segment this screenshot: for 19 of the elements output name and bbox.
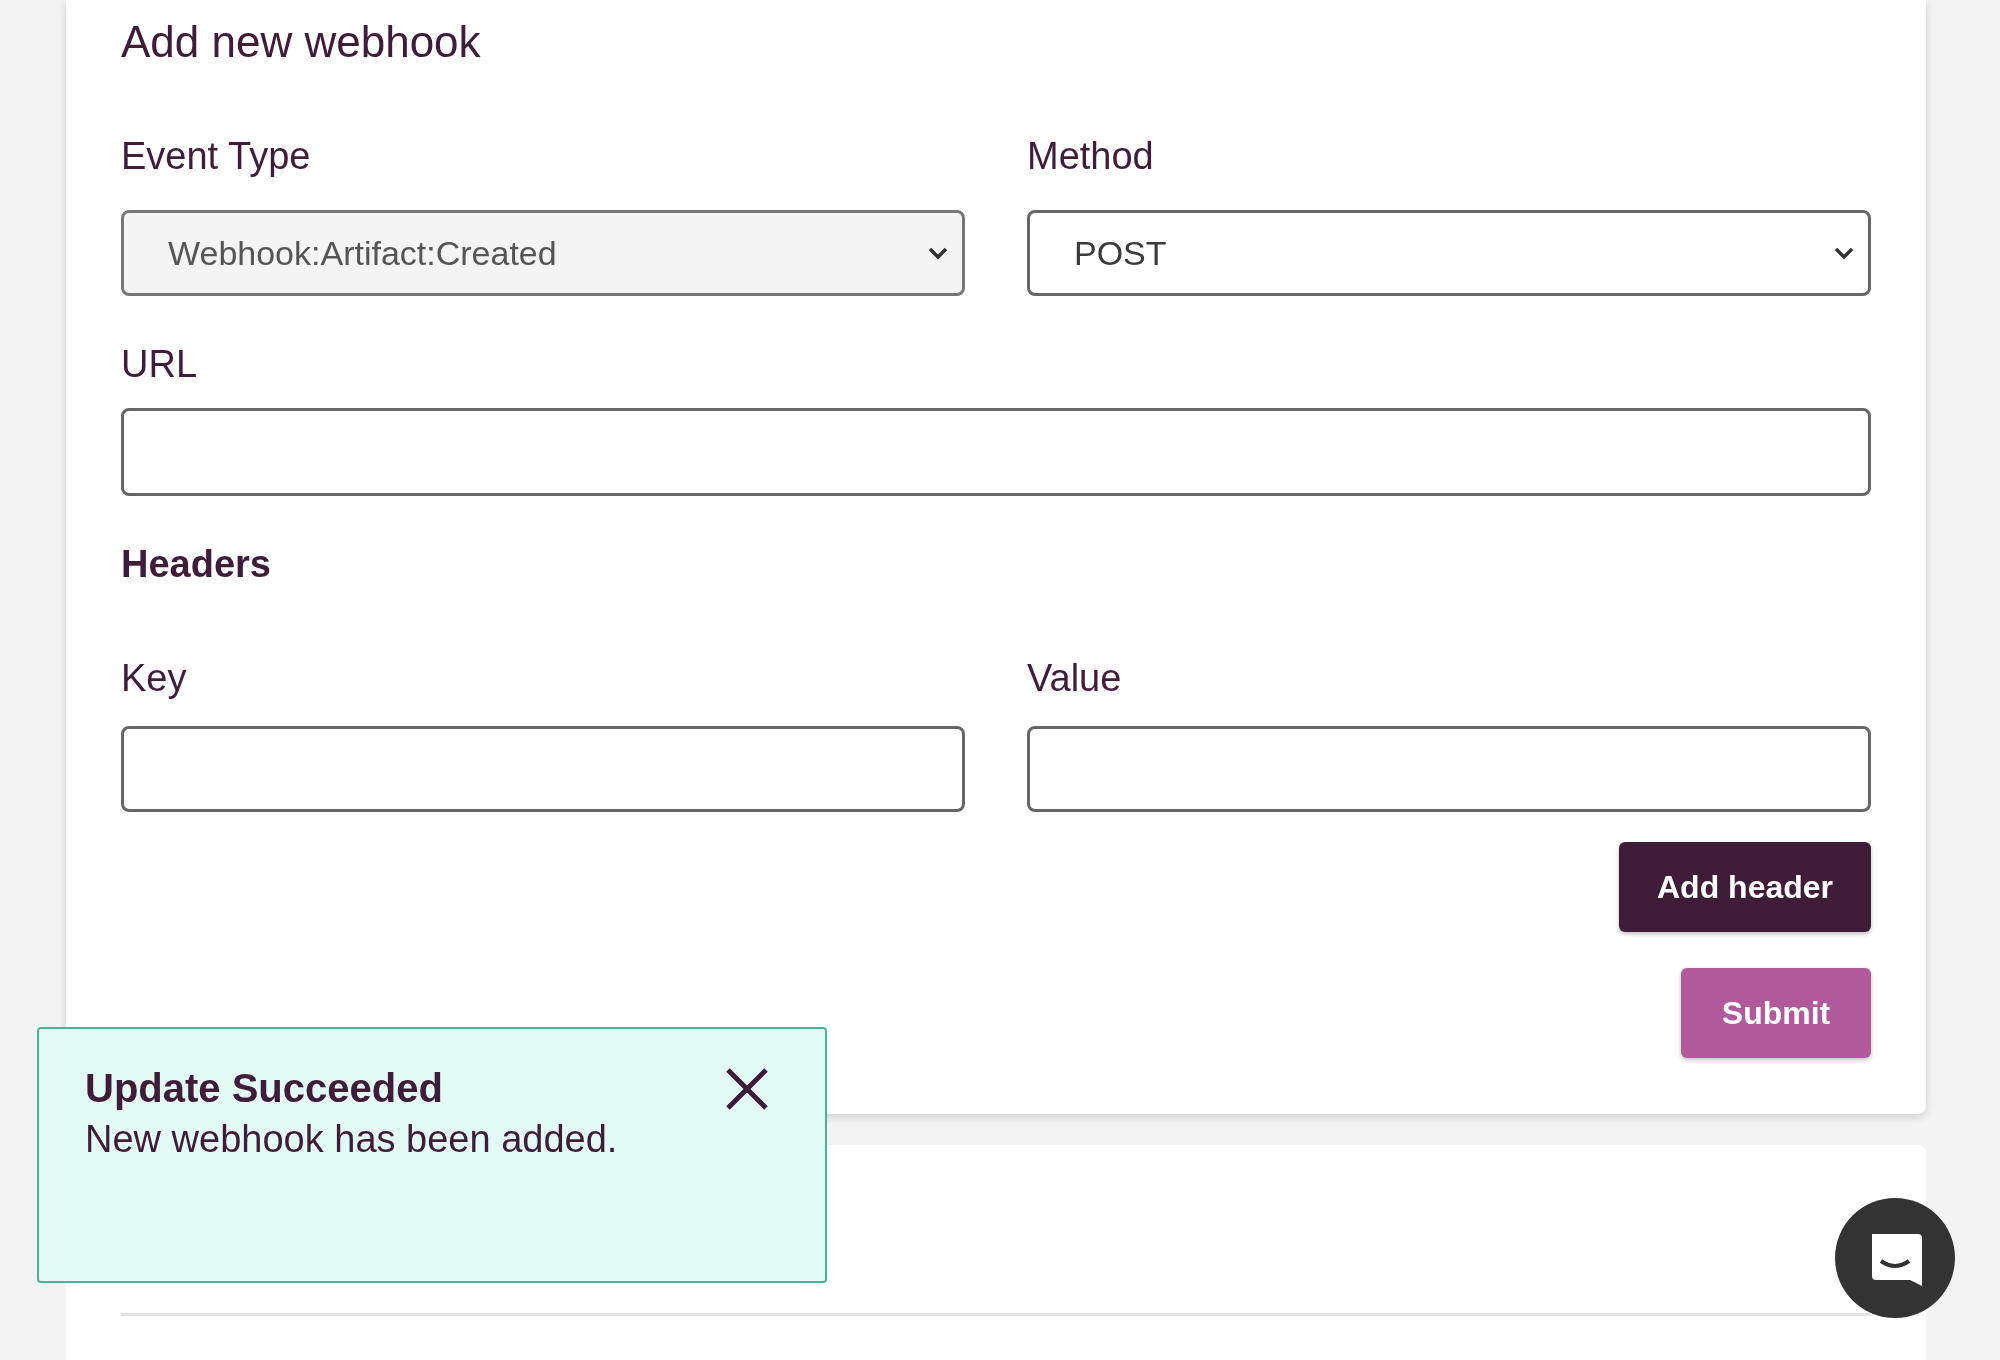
dropdown[interactable]: POST xyxy=(1027,210,1871,296)
toast-message: New webhook has been added. xyxy=(85,1117,619,1162)
field-label: Value xyxy=(1027,656,1123,701)
submit-button[interactable]: Submit xyxy=(1681,968,1871,1058)
chevron-down-icon xyxy=(928,246,948,260)
close-icon[interactable] xyxy=(725,1067,769,1111)
chat-bubble-icon[interactable] xyxy=(1835,1198,1955,1318)
url-input-field[interactable] xyxy=(121,408,1871,496)
toast-title: Update Succeeded xyxy=(85,1065,444,1112)
field-label: Method xyxy=(1027,134,1155,179)
field-label: Key xyxy=(121,656,188,701)
input-field[interactable] xyxy=(1027,726,1871,812)
section-heading: Headers xyxy=(121,542,272,587)
add-header-button[interactable]: Add header xyxy=(1619,842,1871,932)
field-label: URL xyxy=(121,342,199,387)
form-title: Add new webhook xyxy=(121,16,482,68)
input-field[interactable] xyxy=(121,726,965,812)
chevron-down-icon xyxy=(1834,246,1854,260)
field-label: Event Type xyxy=(121,134,312,179)
